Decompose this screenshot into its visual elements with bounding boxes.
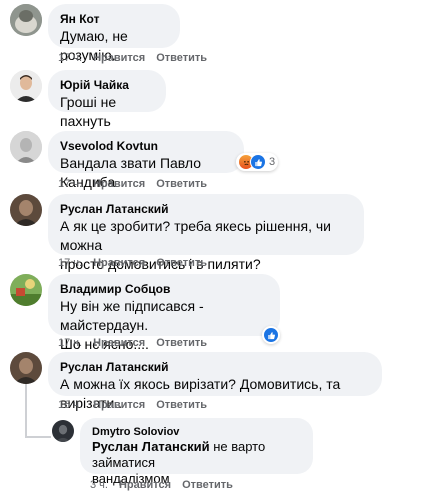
comment-meta: 3 ч. Нравится Ответить bbox=[90, 478, 233, 492]
reactions-summary[interactable]: 3 bbox=[236, 153, 279, 171]
comment-meta: 17 ч. Нравится Ответить bbox=[58, 256, 207, 270]
like-button[interactable]: Нравится bbox=[93, 177, 145, 191]
avatar[interactable] bbox=[10, 70, 42, 102]
comment-bubble: Dmytro Soloviov Руслан Латанский не варт… bbox=[80, 418, 313, 486]
avatar[interactable] bbox=[10, 352, 42, 384]
comment-meta: 17 ч. Нравится Ответить bbox=[58, 177, 207, 191]
comment-meta: 17 ч. Нравится Ответить bbox=[58, 336, 207, 350]
comment-bubble: Ян Кот Думаю, не розумію. bbox=[48, 4, 180, 63]
comment-author[interactable]: Руслан Латанский bbox=[60, 201, 352, 217]
comment-time[interactable]: 17 ч. bbox=[58, 256, 82, 270]
comment-meta: 16 ч. Нравится Ответить bbox=[58, 398, 207, 412]
comment-time[interactable]: 17 ч. bbox=[58, 336, 82, 350]
like-button[interactable]: Нравится bbox=[93, 336, 145, 350]
reactions-summary[interactable] bbox=[262, 326, 280, 344]
comment-time[interactable]: 17 ч. bbox=[58, 177, 82, 191]
comment-bubble: Юрій Чайка Гроші не пахнуть bbox=[48, 70, 166, 129]
reply-button[interactable]: Ответить bbox=[156, 398, 207, 412]
comment-author[interactable]: Dmytro Soloviov bbox=[92, 425, 301, 439]
comment-bubble: Владимир Собцов Ну він же підписався - м… bbox=[48, 274, 280, 352]
comment-author[interactable]: Руслан Латанский bbox=[60, 359, 370, 375]
comment-time[interactable]: 3 ч. bbox=[90, 478, 108, 492]
reply-button[interactable]: Ответить bbox=[156, 336, 207, 350]
reply-button[interactable]: Ответить bbox=[156, 256, 207, 270]
like-reaction-icon bbox=[263, 327, 279, 343]
comment-author[interactable]: Владимир Собцов bbox=[60, 281, 268, 297]
like-reaction-icon bbox=[250, 154, 266, 170]
like-button[interactable]: Нравится bbox=[93, 256, 145, 270]
comment-bubble: Руслан Латанский А можна їх якось виріза… bbox=[48, 352, 382, 411]
comment-meta: 17 ч. Нравится Ответить bbox=[58, 51, 207, 65]
avatar[interactable] bbox=[10, 4, 42, 36]
reaction-count: 3 bbox=[269, 156, 276, 168]
thread-line bbox=[25, 384, 27, 438]
like-button[interactable]: Нравится bbox=[93, 398, 145, 412]
comment-author[interactable]: Vsevolod Kovtun bbox=[60, 138, 232, 154]
thread-connector bbox=[25, 436, 51, 438]
comment-text: Гроші не пахнуть bbox=[60, 94, 117, 129]
comment-bubble: Руслан Латанский А як це зробити? треба … bbox=[48, 194, 364, 272]
avatar[interactable] bbox=[10, 131, 42, 163]
reply-button[interactable]: Ответить bbox=[182, 478, 233, 492]
comment-time[interactable]: 17 ч. bbox=[58, 51, 82, 65]
reply-button[interactable]: Ответить bbox=[156, 177, 207, 191]
reply-button[interactable]: Ответить bbox=[156, 51, 207, 65]
avatar[interactable] bbox=[10, 194, 42, 226]
comment-author[interactable]: Юрій Чайка bbox=[60, 77, 154, 93]
avatar[interactable] bbox=[52, 420, 74, 442]
comment-time[interactable]: 16 ч. bbox=[58, 398, 82, 412]
comment-bubble: Vsevolod Kovtun Вандала звати Павло Канд… bbox=[48, 131, 244, 190]
mention-link[interactable]: Руслан Латанский bbox=[92, 439, 210, 454]
like-button[interactable]: Нравится bbox=[119, 478, 171, 492]
like-button[interactable]: Нравится bbox=[93, 51, 145, 65]
comment-author[interactable]: Ян Кот bbox=[60, 11, 168, 27]
avatar[interactable] bbox=[10, 274, 42, 306]
